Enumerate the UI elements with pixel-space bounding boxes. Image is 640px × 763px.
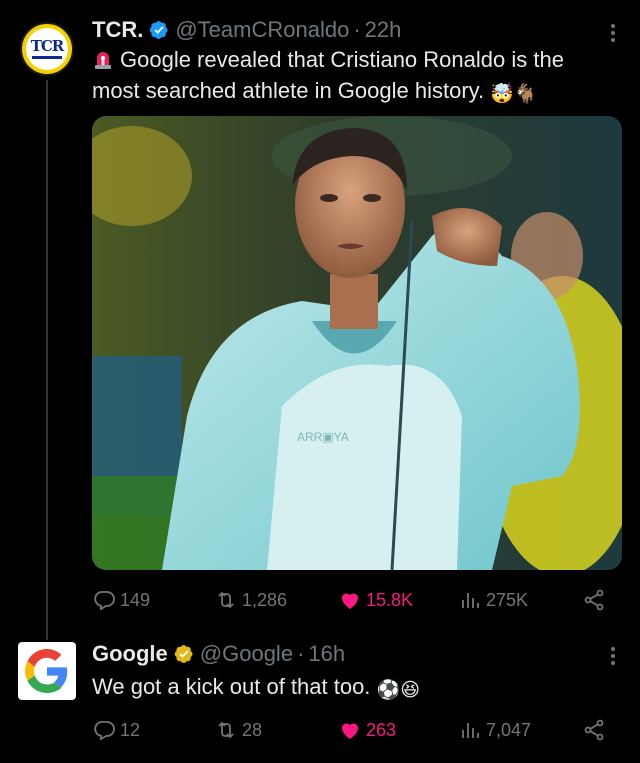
- verified-blue-badge-icon: [150, 21, 168, 39]
- verified-gold-badge-icon: [174, 645, 193, 663]
- reply-button[interactable]: 12: [92, 718, 214, 742]
- author-name[interactable]: Google: [92, 641, 168, 667]
- avatar-logo-text: TCR: [30, 37, 65, 55]
- repost-button[interactable]: 28: [214, 718, 338, 742]
- repost-button[interactable]: 1,286: [214, 588, 338, 612]
- like-button[interactable]: 263: [338, 718, 458, 742]
- tweet-actions: 149 1,286 15.8K 275K: [92, 588, 612, 612]
- timestamp[interactable]: 22h: [365, 17, 402, 43]
- repost-count: 1,286: [242, 589, 288, 610]
- reply-button[interactable]: 149: [92, 588, 214, 612]
- heart-filled-icon: [342, 723, 358, 739]
- reply-icon: [94, 721, 115, 741]
- siren-emoji-icon: [95, 52, 111, 69]
- like-button[interactable]: 15.8K: [338, 588, 458, 612]
- tweet-actions: 12 28 263 7,047: [92, 718, 612, 742]
- share-button[interactable]: [582, 588, 606, 612]
- tweet-text: Google revealed that Cristiano Ronaldo i…: [92, 44, 632, 110]
- timestamp[interactable]: 16h: [308, 641, 345, 667]
- repost-icon: [218, 591, 234, 609]
- tweet-header: TCR. @TeamCRonaldo · 22h: [92, 14, 401, 46]
- avatar[interactable]: [18, 642, 76, 700]
- tweet-text: We got a kick out of that too. ⚽😆: [92, 671, 420, 706]
- tweet-text-line2: most searched athlete in Google history.: [92, 78, 485, 103]
- author-name[interactable]: TCR.: [92, 17, 143, 43]
- svg-text:ARR▣YA: ARR▣YA: [297, 430, 349, 444]
- google-logo-icon: [25, 649, 68, 693]
- repost-count: 28: [242, 719, 263, 740]
- views-button[interactable]: 7,047: [458, 718, 582, 742]
- views-bar-chart-icon: [462, 723, 479, 738]
- like-count: 15.8K: [366, 589, 414, 610]
- tweet-header: Google @Google · 16h: [92, 638, 345, 670]
- photo-image: ARR▣YA: [92, 116, 622, 570]
- share-icon: [584, 719, 604, 741]
- tweet-emojis: 🤯🐐: [490, 84, 538, 105]
- heart-filled-icon: [342, 593, 358, 609]
- author-handle[interactable]: @TeamCRonaldo: [175, 17, 349, 43]
- separator-dot: ·: [297, 641, 305, 666]
- repost-icon: [218, 721, 234, 739]
- more-dots-icon[interactable]: [610, 647, 616, 665]
- avatar[interactable]: TCR: [20, 22, 74, 76]
- reply-count: 149: [120, 589, 151, 610]
- views-button[interactable]: 275K: [458, 588, 582, 612]
- share-button[interactable]: [582, 718, 606, 742]
- share-icon: [584, 589, 604, 611]
- views-count: 7,047: [486, 719, 532, 740]
- thread-connector-line: [46, 80, 48, 640]
- author-handle[interactable]: @Google: [200, 641, 293, 667]
- tweet-text-line1: Google revealed that Cristiano Ronaldo i…: [120, 47, 564, 72]
- views-bar-chart-icon: [462, 593, 479, 608]
- separator-dot: ·: [353, 17, 361, 42]
- reply-icon: [94, 591, 115, 611]
- tweet-emojis: ⚽😆: [376, 680, 421, 701]
- tweet-text-body: We got a kick out of that too.: [92, 674, 371, 699]
- views-count: 275K: [486, 589, 529, 610]
- like-count: 263: [366, 719, 397, 740]
- more-dots-icon[interactable]: [610, 24, 616, 42]
- tweet-photo[interactable]: ARR▣YA: [92, 116, 622, 570]
- reply-count: 12: [120, 719, 141, 740]
